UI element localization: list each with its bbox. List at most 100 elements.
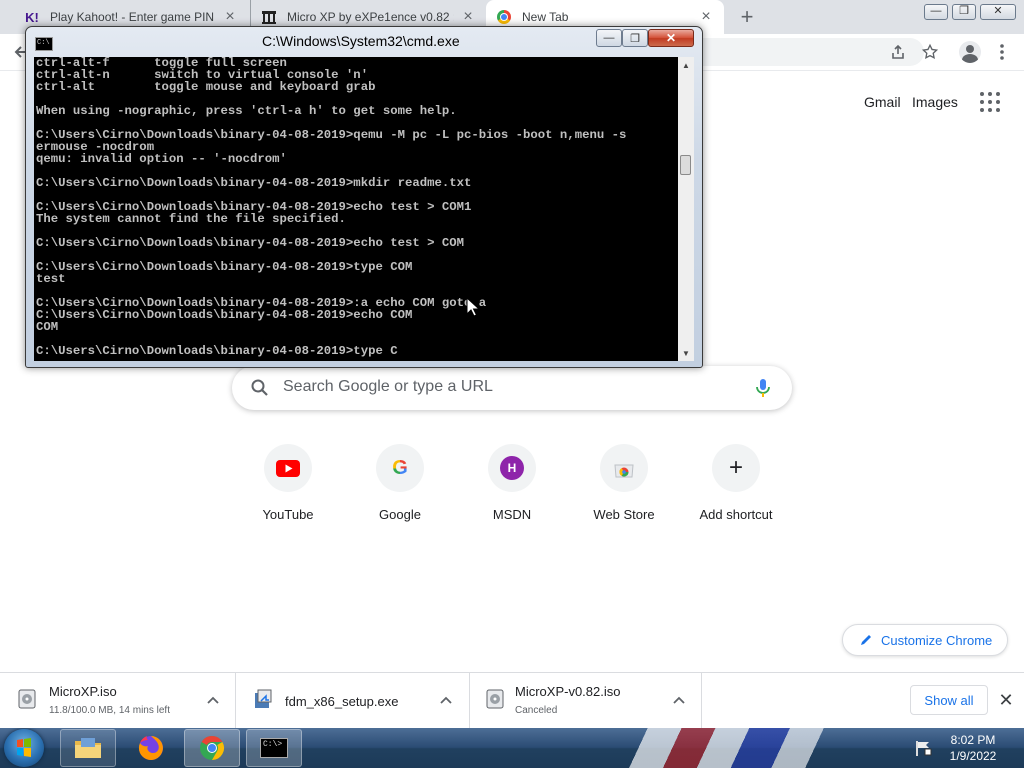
- chevron-up-icon[interactable]: [670, 691, 688, 709]
- shortcut-msdn[interactable]: H MSDN: [456, 444, 568, 534]
- console-line: COM: [36, 321, 59, 333]
- bookmark-star-icon[interactable]: [919, 41, 941, 63]
- microphone-icon[interactable]: [752, 377, 774, 399]
- console-line: C:\Users\Cirno\Downloads\binary-04-08-20…: [36, 261, 413, 273]
- customize-chrome-button[interactable]: Customize Chrome: [842, 624, 1008, 656]
- console-line: ctrl-alt-n switch to virtual console 'n': [36, 69, 369, 81]
- download-item[interactable]: fdm_x86_setup.exe: [236, 673, 470, 729]
- download-filename: fdm_x86_setup.exe: [285, 694, 399, 709]
- system-clock[interactable]: 8:02 PM 1/9/2022: [940, 732, 1006, 764]
- customize-chrome-label: Customize Chrome: [881, 632, 993, 648]
- taskbar-explorer-icon[interactable]: [60, 729, 116, 767]
- show-all-downloads-button[interactable]: Show all: [910, 685, 988, 715]
- profile-avatar-icon[interactable]: [959, 41, 981, 63]
- shortcut-add[interactable]: + Add shortcut: [680, 444, 792, 534]
- cmd-window[interactable]: C:\ C:\Windows\System32\cmd.exe — ❐ ✕ ct…: [25, 26, 703, 368]
- shortcut-google[interactable]: G Google: [344, 444, 456, 534]
- shortcut-label: Google: [379, 507, 421, 522]
- scroll-thumb[interactable]: [680, 155, 691, 175]
- more-menu-icon[interactable]: [991, 41, 1013, 63]
- cmd-icon: C:\: [35, 37, 53, 51]
- kahoot-icon: K!: [25, 9, 39, 25]
- archive-icon: [261, 9, 277, 25]
- tab-close-icon[interactable]: ×: [698, 8, 714, 26]
- wallpaper-peek: [580, 728, 900, 768]
- download-filename: MicroXP.iso: [49, 684, 117, 699]
- google-search-box[interactable]: Search Google or type a URL: [232, 366, 792, 410]
- taskbar-chrome-icon[interactable]: [184, 729, 240, 767]
- console-line: C:\Users\Cirno\Downloads\binary-04-08-20…: [36, 201, 472, 213]
- iso-file-icon: [486, 689, 504, 709]
- cmd-close-button[interactable]: ✕: [648, 29, 694, 47]
- iso-file-icon: [18, 689, 36, 709]
- taskbar-firefox-icon[interactable]: [123, 729, 179, 767]
- windows-taskbar: C:\> 8:02 PM 1/9/2022: [0, 728, 1024, 768]
- web-store-icon: [600, 444, 648, 492]
- pencil-icon: [861, 635, 871, 645]
- download-bar: MicroXP.iso 11.8/100.0 MB, 14 mins left …: [0, 672, 1024, 729]
- google-apps-icon[interactable]: [980, 92, 1000, 112]
- console-line: ctrl-alt toggle mouse and keyboard grab: [36, 81, 376, 93]
- console-line: ermouse -nocdrom: [36, 141, 155, 153]
- tab-title: Play Kahoot! - Enter game PIN h: [50, 10, 216, 24]
- scroll-up-icon[interactable]: ▲: [678, 57, 694, 73]
- chevron-up-icon[interactable]: [437, 691, 455, 709]
- tab-close-icon[interactable]: ×: [460, 8, 476, 26]
- exe-file-icon: [255, 689, 272, 708]
- action-center-flag-icon[interactable]: [914, 739, 932, 757]
- chrome-icon: [496, 9, 512, 25]
- tab-title: Micro XP by eXPe1ence v0.82 : D: [287, 10, 454, 24]
- console-line: C:\Users\Cirno\Downloads\binary-04-08-20…: [36, 177, 472, 189]
- images-link[interactable]: Images: [912, 94, 958, 110]
- console-line: C:\Users\Cirno\Downloads\binary-04-08-20…: [36, 309, 413, 321]
- window-close-button[interactable]: ✕: [980, 4, 1016, 20]
- window-maximize-button[interactable]: ❐: [952, 4, 976, 20]
- console-line: C:\Users\Cirno\Downloads\binary-04-08-20…: [36, 345, 398, 357]
- mouse-cursor-icon: [466, 297, 480, 317]
- window-minimize-button[interactable]: —: [924, 4, 948, 20]
- console-line: qemu: invalid option -- '-nocdrom': [36, 153, 287, 165]
- console-line: test: [36, 273, 66, 285]
- clock-date: 1/9/2022: [949, 749, 997, 763]
- cmd-title: C:\Windows\System32\cmd.exe: [262, 33, 460, 49]
- console-output: ctrl-alt-f toggle full screen ctrl-alt-n …: [36, 57, 676, 361]
- cmd-console[interactable]: ctrl-alt-f toggle full screen ctrl-alt-n …: [34, 57, 694, 361]
- chevron-up-icon[interactable]: [204, 691, 222, 709]
- download-item[interactable]: MicroXP.iso 11.8/100.0 MB, 14 mins left: [0, 673, 236, 729]
- console-line: C:\Users\Cirno\Downloads\binary-04-08-20…: [36, 129, 627, 141]
- tab-close-icon[interactable]: ×: [222, 8, 238, 26]
- gmail-link[interactable]: Gmail: [864, 94, 901, 110]
- google-icon: G: [376, 444, 424, 492]
- shortcut-label: Add shortcut: [699, 507, 773, 522]
- cmd-titlebar[interactable]: C:\ C:\Windows\System32\cmd.exe — ❐ ✕: [26, 27, 702, 57]
- download-filename: MicroXP-v0.82.iso: [515, 684, 621, 699]
- shortcut-label: YouTube: [262, 507, 314, 522]
- shortcut-youtube[interactable]: YouTube: [232, 444, 344, 534]
- shortcut-label: MSDN: [492, 507, 532, 522]
- msdn-icon: H: [488, 444, 536, 492]
- search-icon: [251, 379, 268, 396]
- tab-title: New Tab: [522, 10, 569, 24]
- start-button[interactable]: [4, 729, 44, 767]
- clock-time: 8:02 PM: [950, 733, 996, 747]
- add-icon: +: [712, 444, 760, 492]
- new-tab-button[interactable]: +: [733, 4, 761, 29]
- close-download-bar-icon[interactable]: ✕: [996, 690, 1016, 710]
- youtube-icon: [264, 444, 312, 492]
- cmd-minimize-button[interactable]: —: [596, 29, 622, 47]
- share-icon[interactable]: [887, 41, 909, 63]
- download-status: Canceled: [515, 705, 558, 716]
- cmd-maximize-button[interactable]: ❐: [622, 29, 648, 47]
- scroll-down-icon[interactable]: ▼: [678, 345, 694, 361]
- taskbar-cmd-icon[interactable]: C:\>: [246, 729, 302, 767]
- cmd-scrollbar[interactable]: ▲ ▼: [678, 57, 694, 361]
- download-item[interactable]: MicroXP-v0.82.iso Canceled: [470, 673, 702, 729]
- shortcut-web-store[interactable]: Web Store: [568, 444, 680, 534]
